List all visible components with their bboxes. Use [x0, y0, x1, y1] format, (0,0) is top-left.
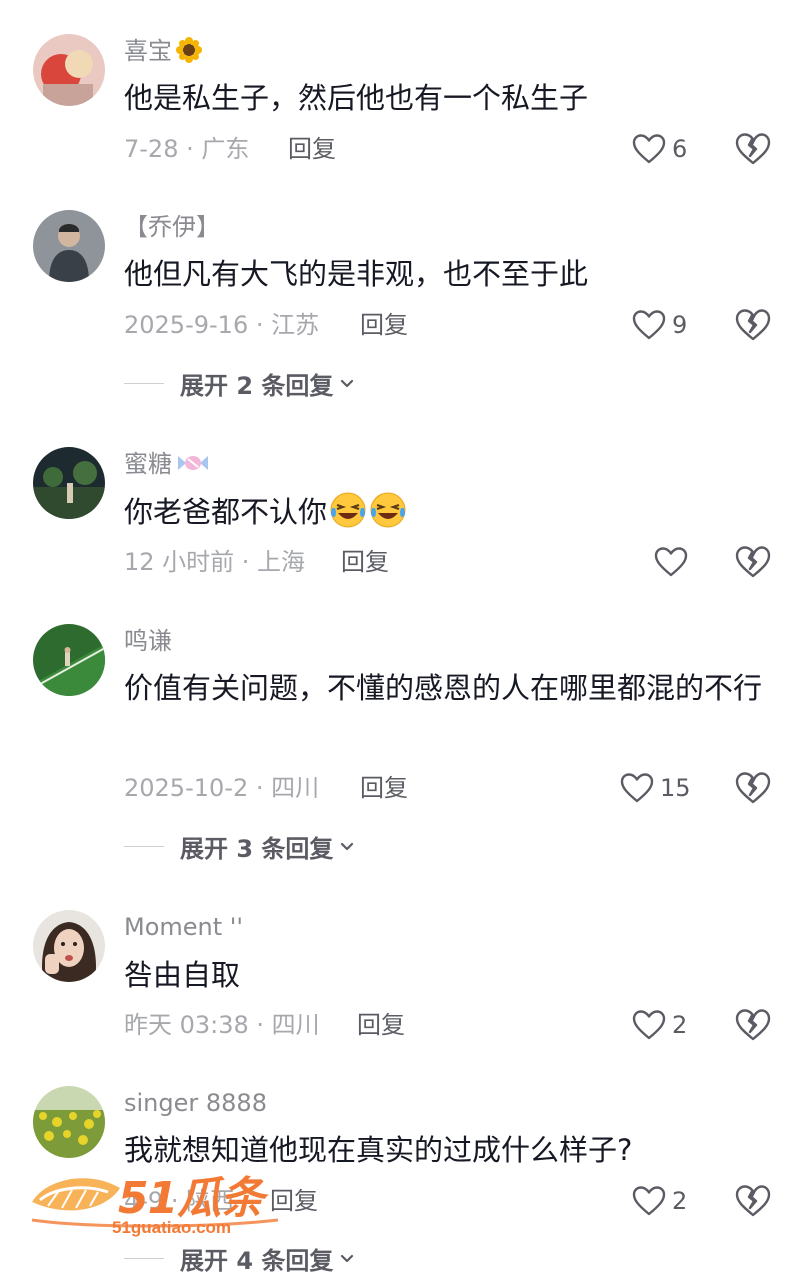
comment-text: 你老爸都不认你: [124, 486, 774, 545]
comment-meta: 2025-9-16 · 江苏: [124, 311, 320, 339]
like-button[interactable]: 2: [632, 1181, 687, 1221]
chevron-down-icon: [341, 842, 354, 850]
dislike-button[interactable]: [735, 1008, 771, 1042]
username[interactable]: 鸣谦: [124, 626, 172, 656]
reply-button[interactable]: 回复: [341, 547, 389, 577]
dislike-button[interactable]: [735, 545, 771, 579]
username[interactable]: Moment '': [124, 912, 243, 942]
divider: [124, 383, 164, 384]
heart-icon: [620, 773, 654, 803]
avatar[interactable]: [33, 1086, 105, 1158]
heart-icon: [632, 1010, 666, 1040]
broken-heart-icon: [735, 1009, 771, 1041]
comment-meta: 昨天 03:38 · 四川: [124, 1011, 320, 1039]
like-count: 2: [672, 1187, 688, 1215]
username[interactable]: 蜜糖: [124, 449, 210, 483]
comment-meta: 12 小时前 · 上海: [124, 548, 306, 576]
broken-heart-icon: [735, 1185, 771, 1217]
broken-heart-icon: [735, 309, 771, 341]
dislike-button[interactable]: [735, 132, 771, 166]
chevron-down-icon: [341, 379, 354, 387]
comment-text: 他是私生子，然后他也有一个私生子: [124, 81, 589, 115]
dislike-button[interactable]: [735, 771, 771, 805]
reply-button[interactable]: 回复: [288, 134, 336, 164]
watermark-title: 51瓜条: [118, 1173, 264, 1224]
avatar[interactable]: [33, 210, 105, 282]
broken-heart-icon: [735, 772, 771, 804]
reply-button[interactable]: 回复: [360, 773, 408, 803]
divider: [124, 846, 164, 847]
expand-replies-label: 展开 3 条回复: [180, 835, 334, 863]
heart-icon: [654, 547, 688, 577]
comment-text: 价值有关问题，不懂的感恩的人在哪里都混的不行: [124, 671, 763, 705]
expand-replies-label: 展开 2 条回复: [180, 372, 334, 400]
comment-text: 咎由自取: [124, 958, 241, 992]
like-button[interactable]: 9: [632, 305, 687, 345]
avatar[interactable]: [33, 910, 105, 982]
dislike-button[interactable]: [735, 1184, 771, 1218]
username[interactable]: singer 8888: [124, 1088, 267, 1118]
like-count: 15: [660, 774, 691, 802]
avatar[interactable]: [33, 34, 105, 106]
like-button[interactable]: 6: [632, 129, 687, 169]
expand-replies-button[interactable]: 展开 4 条回复: [124, 1241, 355, 1276]
reply-button[interactable]: 回复: [357, 1010, 405, 1040]
watermark-url: 51guatiao.com: [112, 1218, 232, 1237]
comment-text: 他但凡有大飞的是非观，也不至于此: [124, 257, 589, 291]
avatar[interactable]: [33, 447, 105, 519]
reply-button[interactable]: 回复: [360, 310, 408, 340]
expand-replies-button[interactable]: 展开 3 条回复: [124, 829, 355, 864]
laughing-crying-face-icon: [329, 491, 367, 545]
candy-icon: [176, 450, 210, 483]
heart-icon: [632, 310, 666, 340]
broken-heart-icon: [735, 133, 771, 165]
like-count: 6: [672, 135, 688, 163]
username[interactable]: 喜宝: [124, 36, 202, 70]
laughing-crying-face-icon: [369, 491, 407, 545]
comment-meta: 2025-10-2 · 四川: [124, 774, 320, 802]
like-count: 2: [672, 1011, 688, 1039]
username[interactable]: 【乔伊】: [124, 212, 220, 242]
divider: [124, 1258, 164, 1259]
avatar[interactable]: [33, 624, 105, 696]
chevron-down-icon: [341, 1254, 354, 1262]
like-button[interactable]: [654, 542, 694, 582]
like-button[interactable]: 2: [632, 1005, 687, 1045]
expand-replies-label: 展开 4 条回复: [180, 1247, 334, 1275]
like-count: 9: [672, 311, 688, 339]
heart-icon: [632, 1186, 666, 1216]
sunflower-icon: [176, 37, 202, 70]
heart-icon: [632, 134, 666, 164]
dislike-button[interactable]: [735, 308, 771, 342]
comment-meta: 7-28 · 广东: [124, 135, 250, 163]
expand-replies-button[interactable]: 展开 2 条回复: [124, 366, 355, 401]
broken-heart-icon: [735, 546, 771, 578]
like-button[interactable]: 15: [620, 768, 691, 808]
